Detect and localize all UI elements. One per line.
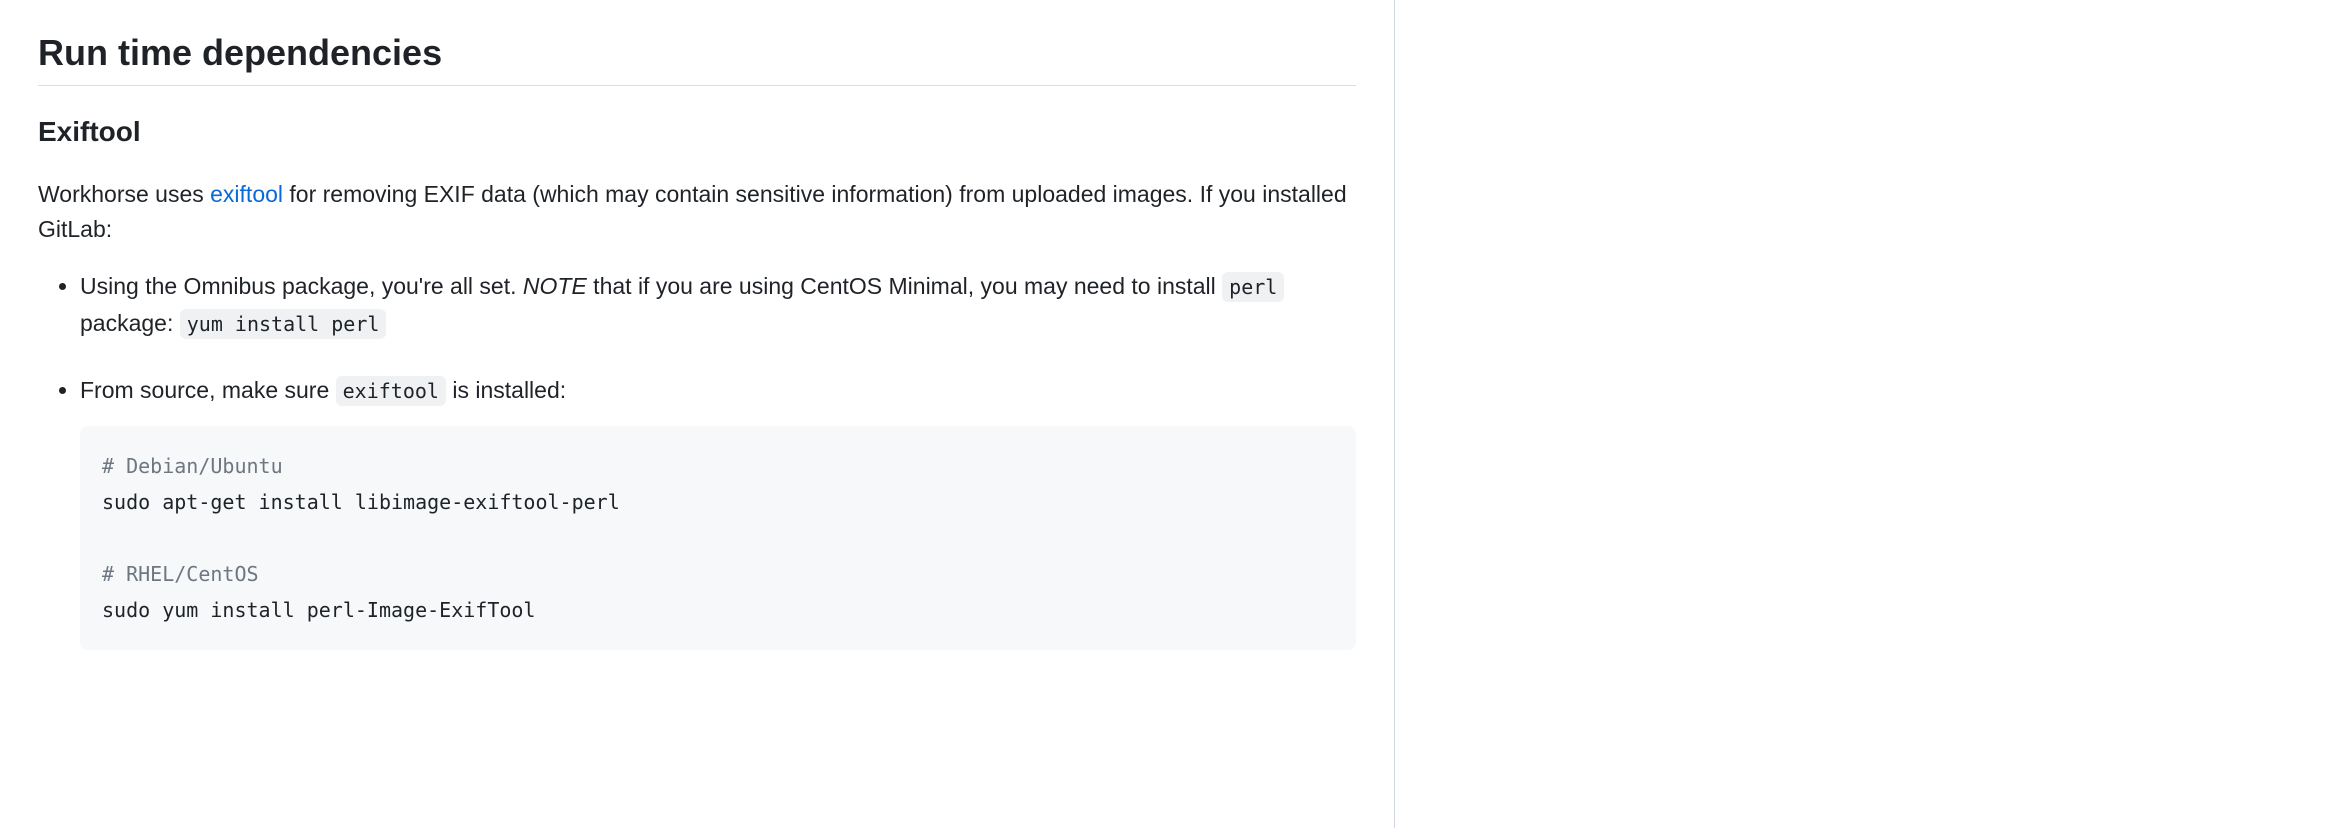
bullet1-note: NOTE (523, 273, 587, 299)
exiftool-link[interactable]: exiftool (210, 181, 283, 207)
bullet2-code-exiftool: exiftool (336, 376, 446, 406)
intro-text-pre: Workhorse uses (38, 181, 210, 207)
code-line: sudo yum install perl-Image-ExifTool (102, 598, 535, 622)
bullet2-text-pre: From source, make sure (80, 377, 336, 403)
bullet1-code-yum: yum install perl (180, 309, 387, 339)
code-comment: # RHEL/CentOS (102, 562, 259, 586)
bullet1-text-mid2: package: (80, 310, 180, 336)
code-line: sudo apt-get install libimage-exiftool-p… (102, 490, 620, 514)
list-item: From source, make sure exiftool is insta… (80, 372, 1356, 651)
subsection-heading: Exiftool (38, 114, 1356, 149)
code-comment: # Debian/Ubuntu (102, 454, 283, 478)
bullet1-code-perl: perl (1222, 272, 1284, 302)
list-item: Using the Omnibus package, you're all se… (80, 268, 1356, 342)
intro-paragraph: Workhorse uses exiftool for removing EXI… (38, 177, 1356, 246)
bullet-list: Using the Omnibus package, you're all se… (38, 268, 1356, 650)
document-content: Run time dependencies Exiftool Workhorse… (0, 0, 1395, 828)
bullet1-text-pre: Using the Omnibus package, you're all se… (80, 273, 523, 299)
bullet2-text-post: is installed: (446, 377, 566, 403)
bullet1-text-mid1: that if you are using CentOS Minimal, yo… (587, 273, 1222, 299)
code-block: # Debian/Ubuntu sudo apt-get install lib… (80, 426, 1356, 650)
section-heading: Run time dependencies (38, 30, 1356, 86)
